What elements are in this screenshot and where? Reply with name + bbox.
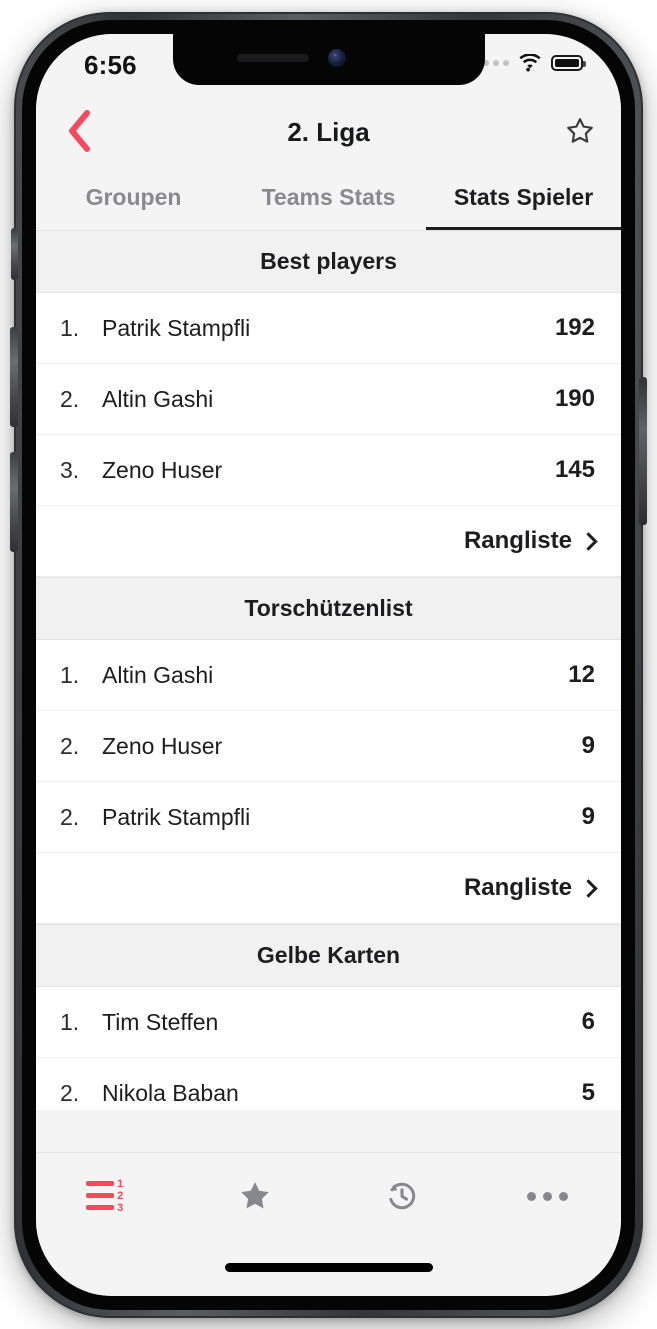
row-rank: 1. bbox=[60, 1008, 80, 1035]
row-value: 192 bbox=[554, 314, 595, 341]
star-filled-icon bbox=[241, 1182, 270, 1209]
star-outline-icon bbox=[567, 118, 593, 143]
power-button[interactable] bbox=[639, 377, 647, 525]
earpiece-speaker bbox=[236, 54, 309, 62]
rangliste-link-torschuetzenlist[interactable]: Rangliste bbox=[36, 853, 621, 924]
row-value: 12 bbox=[568, 661, 595, 688]
navigation-bar: 2. Liga bbox=[36, 96, 621, 168]
row-rank: 1. bbox=[60, 314, 80, 341]
table-row[interactable]: 2. Zeno Huser 9 bbox=[36, 711, 621, 782]
tab-bar: Groupen Teams Stats Stats Spieler bbox=[36, 168, 621, 230]
bottom-tab-rankings[interactable]: 123 bbox=[36, 1179, 182, 1214]
row-name: Zeno Huser bbox=[102, 732, 223, 759]
bottom-tab-history[interactable] bbox=[329, 1178, 475, 1214]
row-rank: 3. bbox=[60, 456, 80, 483]
tab-stats-spieler-label: Stats Spieler bbox=[453, 183, 594, 210]
volume-up-button[interactable] bbox=[10, 327, 18, 427]
volume-down-button[interactable] bbox=[10, 452, 18, 552]
bottom-tab-more[interactable] bbox=[475, 1191, 621, 1201]
section-title: Torschützenlist bbox=[244, 595, 413, 621]
row-value: 190 bbox=[554, 385, 595, 412]
more-dots-icon bbox=[527, 1191, 569, 1201]
tab-stats-spieler[interactable]: Stats Spieler bbox=[426, 168, 621, 230]
table-row[interactable]: 2. Patrik Stampfli 9 bbox=[36, 782, 621, 853]
silent-switch-button[interactable] bbox=[11, 228, 18, 280]
chevron-right-icon bbox=[579, 531, 598, 551]
wifi-icon bbox=[519, 54, 541, 72]
section-title: Gelbe Karten bbox=[256, 942, 401, 968]
bottom-tab-bar: 123 bbox=[36, 1152, 621, 1296]
row-name: Nikola Baban bbox=[102, 1079, 239, 1106]
chevron-right-icon bbox=[579, 878, 598, 898]
phone-notch bbox=[172, 34, 485, 85]
front-camera-icon bbox=[327, 49, 346, 67]
table-row[interactable]: 2. Nikola Baban 5 bbox=[36, 1058, 621, 1110]
chevron-left-icon bbox=[69, 110, 90, 152]
stats-content: Best players 1. Patrik Stampfli 192 2. A… bbox=[36, 230, 621, 1110]
section-header-gelbe-karten: Gelbe Karten bbox=[36, 924, 621, 987]
row-name: Tim Steffen bbox=[102, 1008, 219, 1035]
row-rank: 2. bbox=[60, 803, 80, 830]
favorite-button[interactable] bbox=[555, 106, 605, 156]
rangliste-label: Rangliste bbox=[463, 527, 572, 554]
row-value: 6 bbox=[581, 1008, 595, 1035]
row-name: Patrik Stampfli bbox=[102, 803, 251, 830]
rangliste-link-best-players[interactable]: Rangliste bbox=[36, 506, 621, 577]
status-bar-clock: 6:56 bbox=[84, 50, 137, 80]
table-row[interactable]: 3. Zeno Huser 145 bbox=[36, 435, 621, 506]
row-value: 5 bbox=[581, 1079, 595, 1106]
table-row[interactable]: 2. Altin Gashi 190 bbox=[36, 364, 621, 435]
row-rank: 2. bbox=[60, 1079, 80, 1106]
history-clock-icon bbox=[388, 1182, 415, 1210]
tab-teams-stats-label: Teams Stats bbox=[261, 183, 396, 210]
rangliste-label: Rangliste bbox=[463, 874, 572, 901]
status-bar-indicators bbox=[473, 54, 586, 72]
page-title: 2. Liga bbox=[287, 116, 370, 147]
section-header-torschuetzenlist: Torschützenlist bbox=[36, 577, 621, 640]
row-rank: 2. bbox=[60, 732, 80, 759]
home-indicator[interactable] bbox=[224, 1263, 433, 1272]
row-name: Altin Gashi bbox=[102, 385, 214, 412]
bottom-tab-favorites[interactable] bbox=[182, 1179, 328, 1213]
tab-teams-stats[interactable]: Teams Stats bbox=[231, 168, 426, 230]
screenshot-stage: 6:56 2. Liga Groupen Teams Stats Stats S… bbox=[0, 0, 657, 1329]
row-value: 9 bbox=[581, 732, 595, 759]
back-button[interactable] bbox=[50, 102, 108, 160]
row-value: 9 bbox=[581, 803, 595, 830]
table-row[interactable]: 1. Altin Gashi 12 bbox=[36, 640, 621, 711]
table-row[interactable]: 1. Patrik Stampfli 192 bbox=[36, 293, 621, 364]
ranking-list-icon: 123 bbox=[86, 1179, 132, 1214]
tab-groupen[interactable]: Groupen bbox=[36, 168, 231, 230]
section-title: Best players bbox=[260, 248, 397, 274]
tab-groupen-label: Groupen bbox=[85, 183, 182, 210]
row-name: Zeno Huser bbox=[102, 456, 223, 483]
row-rank: 2. bbox=[60, 385, 80, 412]
row-name: Altin Gashi bbox=[102, 661, 214, 688]
battery-full-icon bbox=[551, 55, 586, 71]
row-value: 145 bbox=[554, 456, 595, 483]
table-row[interactable]: 1. Tim Steffen 6 bbox=[36, 987, 621, 1058]
phone-screen: 6:56 2. Liga Groupen Teams Stats Stats S… bbox=[36, 34, 621, 1296]
row-rank: 1. bbox=[60, 661, 80, 688]
row-name: Patrik Stampfli bbox=[102, 314, 251, 341]
section-header-best-players: Best players bbox=[36, 230, 621, 293]
